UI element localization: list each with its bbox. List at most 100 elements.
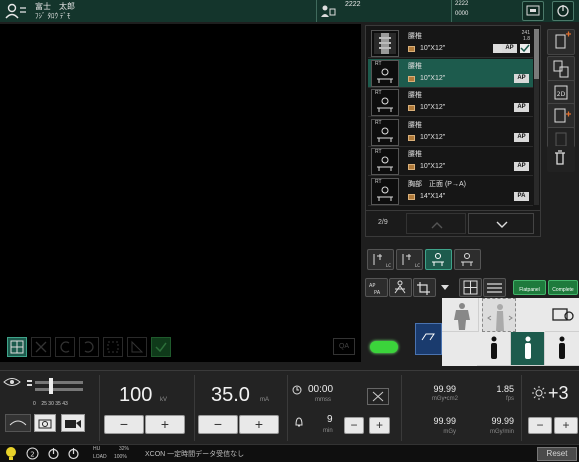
sequence-table-2[interactable] bbox=[454, 249, 481, 270]
help-icon[interactable]: 2 bbox=[26, 447, 39, 460]
counter-top: 2222 bbox=[455, 1, 469, 7]
insert-image-button[interactable] bbox=[547, 103, 575, 129]
mode-button[interactable] bbox=[5, 414, 31, 432]
image-list-row-size: 10"X12" bbox=[420, 74, 446, 82]
divider bbox=[287, 375, 288, 441]
image-list-row[interactable]: RT 腰椎 10"X12" AP bbox=[368, 147, 533, 177]
cassette-icon bbox=[408, 105, 415, 112]
rate-unit: mGy/min bbox=[490, 429, 514, 435]
slider-scale: 0 25 30 35 43 bbox=[33, 401, 68, 407]
view-selection-panel bbox=[442, 298, 579, 366]
image-list-row-name: 腰椎 bbox=[408, 33, 422, 40]
video-camera-button[interactable] bbox=[61, 414, 85, 432]
standing-view-3[interactable] bbox=[545, 332, 579, 366]
cassette-icon bbox=[408, 134, 415, 141]
kv-value: 100 bbox=[119, 384, 153, 406]
film-icon bbox=[493, 44, 502, 53]
sequence-table-1[interactable] bbox=[425, 249, 452, 270]
image-list-row-name: 腰椎 bbox=[408, 62, 422, 70]
image-list-row[interactable]: RT 腰椎 10"X12" AP bbox=[368, 88, 533, 118]
standing-view-2[interactable] bbox=[511, 332, 545, 366]
minutes-minus-button[interactable]: − bbox=[344, 417, 364, 434]
divider bbox=[521, 375, 522, 441]
orientation-button[interactable]: AP PA bbox=[365, 278, 388, 297]
grid-button[interactable] bbox=[459, 278, 482, 297]
hu-label: HU bbox=[93, 446, 101, 452]
timer-icon bbox=[292, 385, 302, 395]
ma-unit: mA bbox=[260, 397, 269, 403]
power-button[interactable] bbox=[552, 1, 574, 21]
svg-text:PA: PA bbox=[374, 290, 381, 296]
ready-indicator bbox=[370, 341, 398, 353]
image-list-row-size: 10"X12" bbox=[420, 45, 446, 52]
body-front-view[interactable] bbox=[445, 298, 479, 332]
reset-button[interactable]: Reset bbox=[537, 447, 577, 461]
delete-button[interactable] bbox=[547, 146, 575, 172]
image-list-row[interactable]: RT 腰椎 10"X12" AP bbox=[368, 58, 533, 88]
divider bbox=[99, 375, 100, 441]
air-kerma-value: 99.99 bbox=[433, 416, 456, 426]
power-icon[interactable] bbox=[47, 447, 60, 460]
monitor-button[interactable] bbox=[522, 1, 544, 21]
sequence-lateral-2[interactable]: LC bbox=[396, 249, 423, 270]
standby-icon[interactable] bbox=[67, 447, 80, 460]
viewer-toolbar bbox=[7, 337, 171, 357]
page-up-button[interactable] bbox=[406, 213, 466, 234]
image-list-row-size: 10"X12" bbox=[420, 163, 446, 171]
check-icon[interactable] bbox=[520, 44, 530, 53]
shrink-icon[interactable] bbox=[31, 337, 51, 357]
dap-value: 99.99 bbox=[433, 384, 456, 394]
standing-view-1[interactable] bbox=[477, 332, 511, 366]
image-list: 腰椎 10"X12" AP 241 1.8 RT 腰椎 10"X12" AP RT 腰椎 10"X1… bbox=[365, 25, 541, 237]
qa-button[interactable]: QA bbox=[333, 338, 355, 355]
level-minus-button[interactable]: − bbox=[528, 417, 552, 434]
ma-plus-button[interactable]: + bbox=[239, 415, 279, 434]
ma-value: 35.0 bbox=[211, 384, 250, 406]
cassette-icon bbox=[408, 194, 415, 200]
status-bar: 2 HU 32% LOAD 100% XCON 一定時間データ受信なし Rese… bbox=[0, 444, 579, 462]
body-side-view[interactable] bbox=[482, 298, 516, 332]
svg-text:LC: LC bbox=[386, 263, 391, 268]
filter-button[interactable] bbox=[483, 278, 506, 297]
brightness-slider[interactable] bbox=[27, 378, 85, 396]
rate-value: 99.99 bbox=[491, 416, 514, 426]
kv-plus-button[interactable]: + bbox=[145, 415, 185, 434]
image-list-row[interactable]: 腰椎 10"X12" AP 241 1.8 bbox=[368, 29, 533, 58]
flatpanel-button[interactable]: Flatpanel bbox=[513, 280, 546, 295]
layout-icon[interactable] bbox=[7, 337, 27, 357]
add-image-button[interactable] bbox=[547, 29, 575, 55]
complete-button[interactable]: Complete bbox=[548, 280, 578, 295]
confirm-icon[interactable] bbox=[151, 337, 171, 357]
page-down-button[interactable] bbox=[468, 213, 534, 234]
protocol-thumbnail: RT bbox=[371, 178, 399, 205]
image-list-row[interactable]: RT 腰椎 10"X12" AP bbox=[368, 118, 533, 147]
image-viewer[interactable] bbox=[0, 24, 361, 362]
sequence-lateral-1[interactable]: LC bbox=[367, 249, 394, 270]
view-badge: AP bbox=[514, 73, 529, 83]
level-plus-button[interactable]: + bbox=[554, 417, 578, 434]
swap-image-button[interactable] bbox=[547, 56, 575, 82]
exposure-reset-icon[interactable] bbox=[367, 388, 389, 405]
crop-tool-button[interactable] bbox=[413, 278, 436, 297]
patient-icon[interactable] bbox=[5, 3, 27, 19]
minutes-value: 9 bbox=[327, 414, 333, 425]
counter-bottom: 0000 bbox=[455, 11, 469, 17]
minutes-plus-button[interactable]: + bbox=[369, 417, 390, 434]
ma-minus-button[interactable]: − bbox=[198, 415, 238, 434]
rotate-right-icon[interactable] bbox=[79, 337, 99, 357]
camera-button[interactable] bbox=[34, 414, 56, 432]
kv-minus-button[interactable]: − bbox=[104, 415, 144, 434]
eye-icon bbox=[3, 376, 21, 388]
list-scrollbar[interactable] bbox=[534, 29, 539, 205]
patient-position-button[interactable] bbox=[389, 278, 412, 297]
crop-dropdown-icon[interactable] bbox=[437, 278, 453, 297]
rotate-left-icon[interactable] bbox=[55, 337, 75, 357]
camera-view-button[interactable] bbox=[545, 298, 579, 332]
crop-icon[interactable] bbox=[103, 337, 123, 357]
view-badge: AP bbox=[514, 162, 529, 172]
user-switch-icon[interactable] bbox=[320, 4, 336, 18]
dap-unit: mGy•cm2 bbox=[431, 396, 458, 402]
flip-icon[interactable] bbox=[127, 337, 147, 357]
image-list-row[interactable]: RT 胸部 正面 (P→A) 14"X14" PA bbox=[368, 177, 533, 206]
svg-text:AP: AP bbox=[369, 283, 375, 289]
